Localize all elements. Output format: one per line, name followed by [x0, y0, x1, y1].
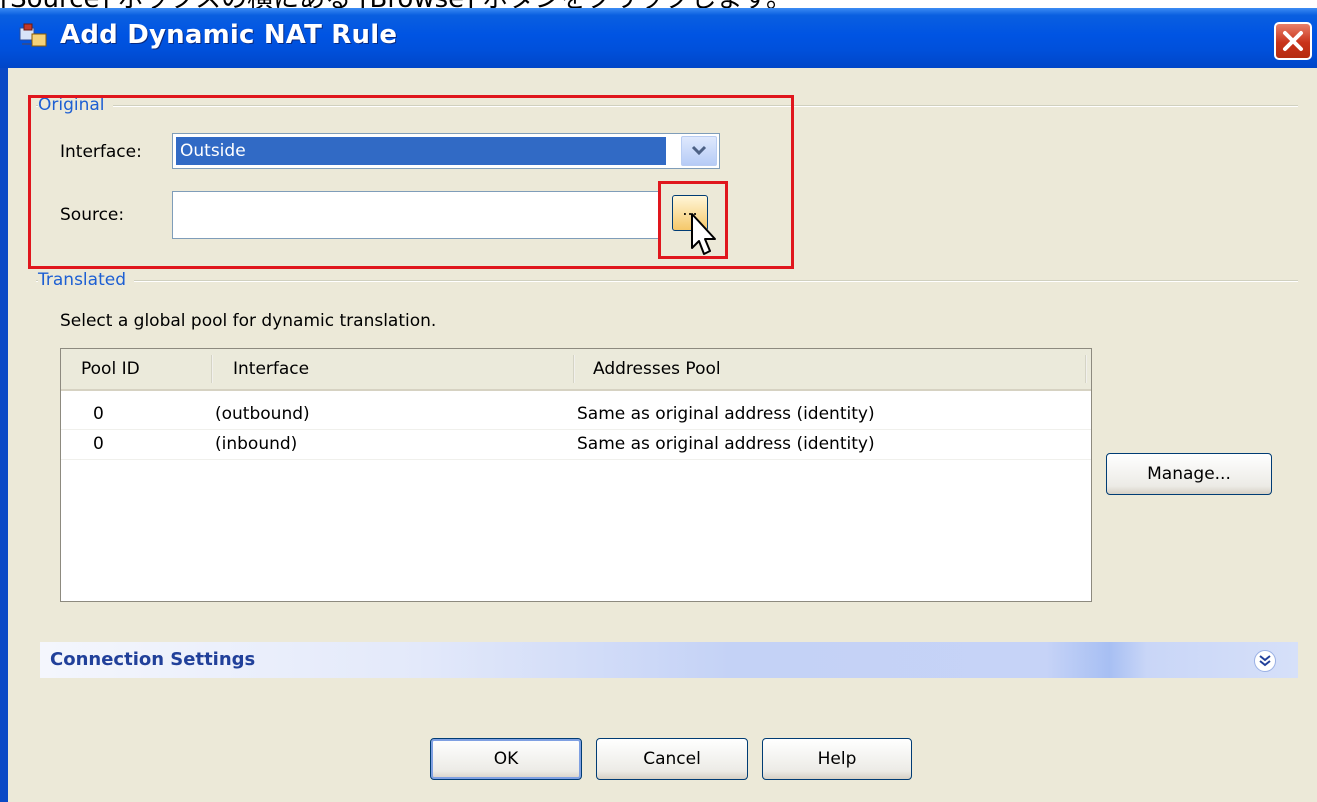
browse-highlight-box [658, 181, 728, 259]
table-row[interactable]: 0 (inbound) Same as original address (id… [61, 429, 1091, 460]
close-button[interactable] [1274, 22, 1312, 60]
cell-interface: (outbound) [215, 404, 310, 424]
manage-button[interactable]: Manage... [1106, 453, 1272, 495]
cell-addresses-pool: Same as original address (identity) [577, 434, 875, 454]
window-border [0, 68, 8, 802]
dialog-window: Add Dynamic NAT Rule Original Interface:… [0, 8, 1317, 802]
column-header-pool-id[interactable]: Pool ID [81, 349, 140, 389]
global-pool-table[interactable]: Pool ID Interface Addresses Pool 0 (outb… [60, 348, 1092, 602]
double-chevron-down-icon[interactable] [1254, 650, 1276, 672]
cell-interface: (inbound) [215, 434, 298, 454]
translated-group-label: Translated [38, 270, 134, 290]
translated-description: Select a global pool for dynamic transla… [60, 311, 437, 331]
column-header-interface[interactable]: Interface [233, 349, 309, 389]
title-bar[interactable]: Add Dynamic NAT Rule [0, 8, 1317, 68]
nat-rule-icon [19, 23, 47, 47]
translated-group-line [36, 280, 1298, 282]
table-header: Pool ID Interface Addresses Pool [61, 349, 1091, 391]
help-button[interactable]: Help [762, 738, 912, 780]
ok-button[interactable]: OK [430, 738, 582, 780]
column-header-addresses-pool[interactable]: Addresses Pool [593, 349, 721, 389]
column-separator [573, 355, 575, 383]
table-row[interactable]: 0 (outbound) Same as original address (i… [61, 399, 1091, 430]
column-separator [1085, 355, 1087, 383]
cancel-button[interactable]: Cancel [596, 738, 748, 780]
caption-text: [Source] ボックスの横にある [Browse] ボタンをクリックします。 [0, 0, 1317, 8]
cell-addresses-pool: Same as original address (identity) [577, 404, 875, 424]
close-icon [1283, 31, 1303, 51]
cell-pool-id: 0 [93, 404, 104, 424]
dialog-title: Add Dynamic NAT Rule [60, 20, 398, 50]
cell-pool-id: 0 [93, 434, 104, 454]
connection-settings-label: Connection Settings [50, 649, 256, 670]
connection-settings-bar[interactable]: Connection Settings [40, 642, 1298, 678]
column-separator [211, 355, 213, 383]
